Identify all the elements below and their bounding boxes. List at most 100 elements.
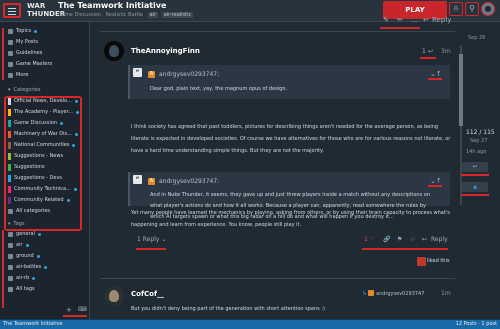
category-color-icon — [8, 164, 11, 171]
sidebar-category[interactable]: The Academy - Player... — [8, 108, 79, 117]
sidebar: Topics My Posts Guidelines Game Masters … — [0, 22, 90, 319]
timeline-ago: 14h ago — [466, 149, 487, 155]
topic-title[interactable]: The Teamwork Initiative — [58, 1, 166, 10]
quote-header: A andrgysev0293747: — [148, 71, 219, 78]
sidebar-tag[interactable]: general — [8, 230, 42, 239]
quote-expand-icon[interactable]: ⌄↑ — [430, 177, 442, 185]
reply-arrow-icon[interactable]: ↩ — [428, 48, 433, 55]
reply-button[interactable]: Reply — [431, 236, 448, 248]
tags-label: Tags — [13, 221, 25, 227]
sidebar-item-my-posts[interactable]: My Posts — [8, 38, 38, 47]
my-posts-icon — [8, 40, 13, 45]
category-label: The Academy - Player... — [14, 109, 73, 115]
edit-icon[interactable]: ✎ — [383, 16, 389, 26]
unread-dot-icon — [72, 144, 76, 147]
sidebar-category[interactable]: Machinery of War Dis... — [8, 130, 78, 139]
sidebar-category[interactable]: Suggestions — [8, 163, 45, 172]
reply-count[interactable]: 1 — [422, 48, 426, 55]
search-icon[interactable]: ⚲ — [465, 2, 479, 16]
timeline-date-top[interactable]: Sep 26 — [468, 35, 485, 41]
chevron-down-icon: ▾ — [8, 221, 11, 227]
timeline-handle[interactable] — [459, 54, 463, 126]
pencil-icon[interactable]: ✏ — [397, 16, 403, 26]
category-color-icon — [8, 131, 11, 138]
tag-icon — [8, 243, 13, 248]
sidebar-item-topics[interactable]: Topics — [8, 27, 38, 36]
settings-sun-icon[interactable]: ☼ — [449, 2, 463, 16]
unread-dot-icon — [25, 244, 29, 247]
keyboard-icon[interactable]: ⌨ — [78, 306, 87, 313]
category-label: All categories — [16, 208, 50, 214]
replies-toggle[interactable]: 1 Reply ⌄ — [137, 236, 166, 248]
categories-header[interactable]: ▾ Categories — [8, 87, 40, 93]
tag-icon — [8, 265, 13, 270]
unread-dot-icon — [74, 100, 78, 103]
add-icon[interactable]: + — [66, 306, 72, 314]
liked-by-text: liked this — [427, 258, 450, 264]
status-bar: The Teamwork Initiative 12 Posts · 1 pos… — [0, 319, 500, 329]
tags-header[interactable]: ▾ Tags — [8, 221, 25, 227]
flag-icon[interactable]: ⚑ — [397, 236, 402, 248]
tag-icon — [8, 276, 13, 281]
avatar[interactable] — [104, 286, 124, 306]
sidebar-category[interactable]: Official News, Develo... — [8, 97, 78, 106]
reply-to-icon: ↳ — [362, 290, 368, 297]
sidebar-all-tags[interactable]: All tags — [8, 285, 35, 294]
avatar: A — [148, 71, 155, 78]
heart-icon[interactable]: ♡ — [370, 236, 375, 248]
category-label: Game Discussion — [14, 120, 58, 126]
sidebar-item-guidelines[interactable]: Guidelines — [8, 49, 42, 58]
sidebar-item-more[interactable]: More — [8, 71, 28, 80]
category-label: Official News, Develo... — [14, 98, 72, 104]
list-icon — [8, 287, 13, 292]
annotation-mark — [380, 27, 420, 29]
sidebar-category[interactable]: Community Technica... — [8, 185, 77, 194]
quote-author[interactable]: andrgysev0293747: — [159, 178, 219, 185]
status-title[interactable]: The Teamwork Initiative — [3, 321, 63, 328]
hamburger-menu-icon[interactable] — [3, 3, 21, 18]
user-avatar-icon[interactable]: ● — [481, 2, 495, 16]
avatar[interactable] — [417, 257, 426, 266]
sidebar-category[interactable]: Game Discussion — [8, 119, 64, 128]
post-author[interactable]: CofCof__ — [131, 290, 164, 298]
more-icon — [8, 73, 13, 78]
tag-label: ground — [16, 253, 34, 259]
category-color-icon — [8, 186, 11, 193]
unread-dot-icon — [60, 122, 64, 125]
reply-button[interactable]: Reply — [432, 16, 451, 26]
link-icon[interactable]: 🔗 — [383, 236, 390, 248]
avatar[interactable] — [104, 41, 124, 61]
war-thunder-logo[interactable]: WAR THUNDER — [27, 2, 65, 19]
quote-expand-icon[interactable]: ⌄↑ — [430, 70, 442, 78]
sidebar-category[interactable]: Community Related — [8, 196, 70, 205]
sidebar-tag[interactable]: air-rb — [8, 274, 36, 283]
bookmark-icon[interactable]: ☞ — [410, 236, 415, 248]
categories-label: Categories — [13, 87, 41, 93]
reply-to-author[interactable]: andrgysev0293747 — [376, 291, 424, 297]
sidebar-item-game-masters[interactable]: Game Masters — [8, 60, 52, 69]
sidebar-all-categories[interactable]: All categories — [8, 207, 50, 216]
quote-author[interactable]: andrgysev0293747: — [159, 71, 219, 78]
sidebar-category[interactable]: Suggestions - Devs — [8, 174, 62, 183]
unread-dot-icon — [74, 133, 78, 136]
reply-arrow-icon[interactable]: ↩ — [423, 16, 429, 26]
sidebar-tag[interactable]: air-battles — [8, 263, 48, 272]
annotation-mark — [2, 28, 4, 80]
unread-dot-icon — [66, 199, 70, 202]
sidebar-tag[interactable]: air — [8, 241, 29, 250]
tag-label: air-battles — [16, 264, 42, 270]
notification-bell-icon[interactable]: ▲ — [462, 182, 488, 192]
breadcrumb-category[interactable]: Game Discussion — [58, 12, 101, 18]
sidebar-category[interactable]: National Communities — [8, 141, 76, 150]
annotation-mark — [63, 315, 87, 317]
sidebar-tag[interactable]: ground — [8, 252, 40, 261]
sidebar-category[interactable]: Suggestions - News — [8, 152, 63, 161]
sidebar-item-label: More — [16, 72, 29, 78]
more-options-icon[interactable]: … — [411, 16, 418, 26]
jump-to-reply-icon[interactable]: ↩ — [462, 162, 488, 172]
unread-dot-icon — [32, 277, 36, 280]
tag-label: All tags — [16, 286, 35, 292]
chevron-down-icon: ▾ — [8, 87, 11, 93]
post-author[interactable]: TheAnnoyingFinn — [131, 47, 200, 55]
reply-arrow-icon[interactable]: ↩ — [422, 236, 427, 248]
